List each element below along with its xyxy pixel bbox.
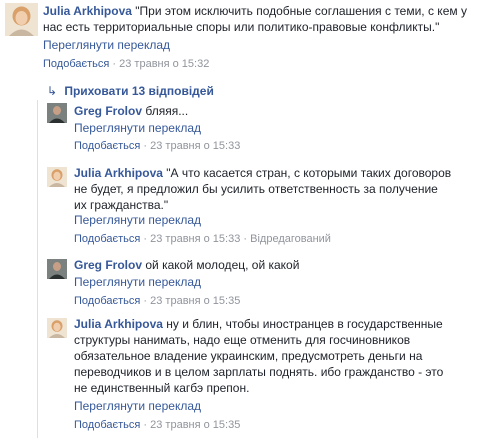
see-translation-link[interactable]: Переглянути переклад	[74, 274, 201, 290]
like-link[interactable]: Подобається	[43, 58, 109, 70]
separator: ·	[112, 58, 117, 70]
comment-text: Julia Arkhipova "При этом исключить подо…	[43, 3, 483, 35]
comment-body-line: "При этом исключить подобные соглашения …	[135, 4, 467, 18]
reply-arrow-icon: ↳	[47, 84, 58, 98]
comment-body-line: не единственный кагбэ препон.	[74, 381, 250, 395]
edited-link[interactable]: Відредагований	[250, 233, 331, 245]
comment-meta: Подобається · 23 травня о 15:32	[43, 57, 209, 71]
avatar-greg-frolov[interactable]	[47, 259, 67, 279]
comment-meta: Подобається · 23 травня о 15:33	[74, 139, 240, 153]
like-link[interactable]: Подобається	[74, 140, 140, 152]
comment-body-line: ой какой молодец, ой какой	[145, 258, 300, 272]
timestamp[interactable]: 23 травня о 15:35	[150, 295, 240, 307]
timestamp[interactable]: 23 травня о 15:32	[119, 58, 209, 70]
see-translation-link[interactable]: Переглянути переклад	[74, 398, 201, 414]
comment-body-line: "А что касается стран, с которыми таких …	[166, 166, 452, 180]
comment-author[interactable]: Greg Frolov	[74, 258, 142, 272]
separator: ·	[143, 233, 148, 245]
see-translation-link[interactable]: Переглянути переклад	[43, 37, 170, 53]
hide-replies-label: Приховати 13 відповідей	[64, 84, 214, 98]
comment-body-line: не будет, я предложил бы усилить ответст…	[74, 182, 438, 196]
avatar-photo-icon	[5, 3, 38, 36]
see-translation-link[interactable]: Переглянути переклад	[74, 120, 201, 136]
thread-line	[37, 100, 38, 438]
comment-author[interactable]: Julia Arkhipova	[43, 4, 132, 18]
avatar-photo-icon	[47, 167, 67, 187]
comment-meta: Подобається · 23 травня о 15:35	[74, 294, 240, 308]
comment-author[interactable]: Julia Arkhipova	[74, 317, 163, 331]
separator: ·	[143, 419, 148, 431]
timestamp[interactable]: 23 травня о 15:33	[150, 140, 240, 152]
separator: ·	[243, 233, 248, 245]
see-translation-link[interactable]: Переглянути переклад	[74, 212, 201, 228]
avatar-photo-icon	[47, 259, 67, 279]
timestamp[interactable]: 23 травня о 15:33	[150, 233, 240, 245]
comment-body-line: переводчиков и в целом зарплаты поднять.…	[74, 365, 444, 379]
comment-body-line: структуры нанимать, надо еще отменить дл…	[74, 333, 411, 347]
comment-body-line: их гражданства."	[74, 198, 169, 212]
avatar-photo-icon	[47, 318, 67, 338]
separator: ·	[143, 295, 148, 307]
comment-body-line: нас есть территориальные споры или полит…	[43, 20, 440, 34]
comment-text: Julia Arkhipova ну и блин, чтобы иностра…	[74, 316, 484, 396]
like-link[interactable]: Подобається	[74, 295, 140, 307]
hide-replies-link[interactable]: ↳ Приховати 13 відповідей	[47, 83, 214, 99]
avatar-julia-arkhipova[interactable]	[47, 167, 67, 187]
like-link[interactable]: Подобається	[74, 419, 140, 431]
comment-author[interactable]: Julia Arkhipova	[74, 166, 163, 180]
comment-text: Julia Arkhipova "А что касается стран, с…	[74, 165, 484, 213]
separator: ·	[143, 140, 148, 152]
comment-body-line: ну и блин, чтобы иностранцев в государст…	[166, 317, 443, 331]
comment-text: Greg Frolov бляяя...	[74, 103, 484, 119]
comment-text: Greg Frolov ой какой молодец, ой какой	[74, 257, 484, 273]
comment-body-line: бляяя...	[145, 104, 189, 118]
comment-meta: Подобається · 23 травня о 15:35	[74, 418, 240, 432]
comment-meta: Подобається · 23 травня о 15:33 · Відред…	[74, 232, 331, 246]
avatar-julia-arkhipova[interactable]	[47, 318, 67, 338]
avatar-julia-arkhipova[interactable]	[5, 3, 38, 36]
timestamp[interactable]: 23 травня о 15:35	[150, 419, 240, 431]
avatar-photo-icon	[47, 103, 67, 123]
comment-author[interactable]: Greg Frolov	[74, 104, 142, 118]
like-link[interactable]: Подобається	[74, 233, 140, 245]
avatar-greg-frolov[interactable]	[47, 103, 67, 123]
comment-body-line: обязательное владение украинским, предус…	[74, 349, 423, 363]
